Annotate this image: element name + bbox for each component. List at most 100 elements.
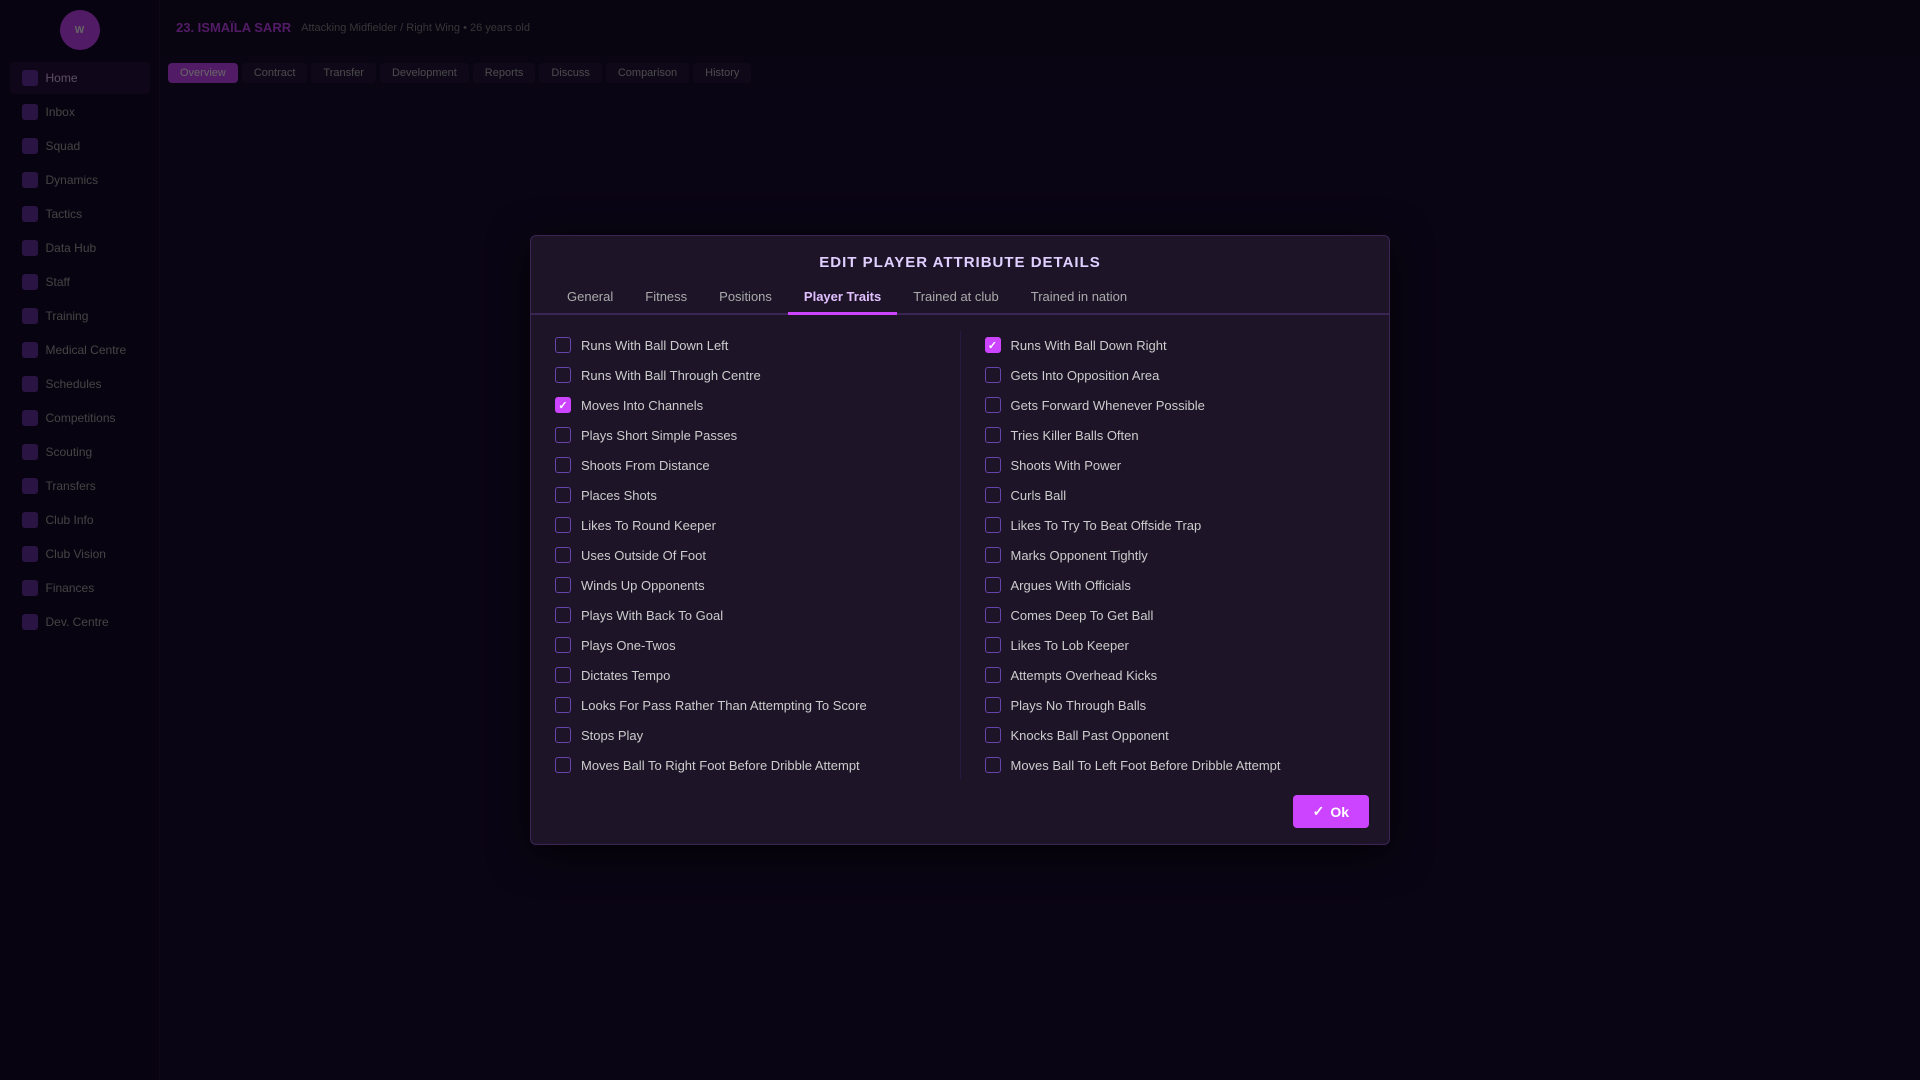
modal-overlay: EDIT PLAYER ATTRIBUTE DETAILS General Fi… <box>0 0 1920 1080</box>
trait-tries-killer-balls[interactable]: Tries Killer Balls Often <box>981 421 1370 449</box>
trait-winds-up-opponents[interactable]: Winds Up Opponents <box>551 571 940 599</box>
ok-checkmark-icon: ✓ <box>1313 803 1325 820</box>
label-runs-ball-through-centre: Runs With Ball Through Centre <box>581 368 761 383</box>
checkbox-moves-ball-left-foot[interactable] <box>985 757 1001 773</box>
traits-left-column: Runs With Ball Down Left Runs With Ball … <box>551 331 961 779</box>
checkbox-curls-ball[interactable] <box>985 487 1001 503</box>
checkbox-attempts-overhead-kicks[interactable] <box>985 667 1001 683</box>
label-plays-short-passes: Plays Short Simple Passes <box>581 428 737 443</box>
label-likes-to-round-keeper: Likes To Round Keeper <box>581 518 716 533</box>
label-dictates-tempo: Dictates Tempo <box>581 668 670 683</box>
label-plays-one-twos: Plays One-Twos <box>581 638 676 653</box>
label-uses-outside-foot: Uses Outside Of Foot <box>581 548 706 563</box>
checkbox-dictates-tempo[interactable] <box>555 667 571 683</box>
trait-runs-ball-down-left[interactable]: Runs With Ball Down Left <box>551 331 940 359</box>
trait-plays-one-twos[interactable]: Plays One-Twos <box>551 631 940 659</box>
label-comes-deep-to-get-ball: Comes Deep To Get Ball <box>1011 608 1154 623</box>
checkbox-tries-killer-balls[interactable] <box>985 427 1001 443</box>
label-likes-to-lob-keeper: Likes To Lob Keeper <box>1011 638 1129 653</box>
trait-runs-ball-down-right[interactable]: Runs With Ball Down Right <box>981 331 1370 359</box>
trait-plays-short-passes[interactable]: Plays Short Simple Passes <box>551 421 940 449</box>
checkbox-plays-short-passes[interactable] <box>555 427 571 443</box>
label-moves-ball-left-foot: Moves Ball To Left Foot Before Dribble A… <box>1011 758 1281 773</box>
tab-trained-club[interactable]: Trained at club <box>897 281 1015 315</box>
trait-shoots-with-power[interactable]: Shoots With Power <box>981 451 1370 479</box>
label-argues-with-officials: Argues With Officials <box>1011 578 1131 593</box>
checkbox-likes-to-round-keeper[interactable] <box>555 517 571 533</box>
trait-argues-with-officials[interactable]: Argues With Officials <box>981 571 1370 599</box>
trait-gets-into-opposition[interactable]: Gets Into Opposition Area <box>981 361 1370 389</box>
label-moves-ball-right-foot: Moves Ball To Right Foot Before Dribble … <box>581 758 860 773</box>
checkbox-knocks-ball-past-opponent[interactable] <box>985 727 1001 743</box>
trait-looks-for-pass[interactable]: Looks For Pass Rather Than Attempting To… <box>551 691 940 719</box>
traits-container: Runs With Ball Down Left Runs With Ball … <box>531 331 1389 779</box>
label-tries-killer-balls: Tries Killer Balls Often <box>1011 428 1139 443</box>
label-beat-offside-trap: Likes To Try To Beat Offside Trap <box>1011 518 1202 533</box>
trait-attempts-overhead-kicks[interactable]: Attempts Overhead Kicks <box>981 661 1370 689</box>
label-gets-forward: Gets Forward Whenever Possible <box>1011 398 1205 413</box>
label-marks-opponent-tightly: Marks Opponent Tightly <box>1011 548 1148 563</box>
trait-dictates-tempo[interactable]: Dictates Tempo <box>551 661 940 689</box>
tab-trained-nation[interactable]: Trained in nation <box>1015 281 1143 315</box>
ok-button[interactable]: ✓ Ok <box>1293 795 1369 828</box>
trait-plays-no-through-balls[interactable]: Plays No Through Balls <box>981 691 1370 719</box>
tab-positions[interactable]: Positions <box>703 281 788 315</box>
trait-uses-outside-foot[interactable]: Uses Outside Of Foot <box>551 541 940 569</box>
tab-general[interactable]: General <box>551 281 629 315</box>
checkbox-runs-ball-down-left[interactable] <box>555 337 571 353</box>
trait-moves-ball-right-foot[interactable]: Moves Ball To Right Foot Before Dribble … <box>551 751 940 779</box>
trait-plays-with-back-to-goal[interactable]: Plays With Back To Goal <box>551 601 940 629</box>
checkbox-shoots-from-distance[interactable] <box>555 457 571 473</box>
checkbox-plays-no-through-balls[interactable] <box>985 697 1001 713</box>
checkbox-stops-play[interactable] <box>555 727 571 743</box>
modal-footer: ✓ Ok <box>531 779 1389 844</box>
checkbox-runs-ball-down-right[interactable] <box>985 337 1001 353</box>
checkbox-argues-with-officials[interactable] <box>985 577 1001 593</box>
label-stops-play: Stops Play <box>581 728 643 743</box>
trait-moves-into-channels[interactable]: Moves Into Channels <box>551 391 940 419</box>
label-shoots-with-power: Shoots With Power <box>1011 458 1122 473</box>
checkbox-uses-outside-foot[interactable] <box>555 547 571 563</box>
checkbox-winds-up-opponents[interactable] <box>555 577 571 593</box>
modal-title: EDIT PLAYER ATTRIBUTE DETAILS <box>531 236 1389 281</box>
label-plays-no-through-balls: Plays No Through Balls <box>1011 698 1147 713</box>
trait-places-shots[interactable]: Places Shots <box>551 481 940 509</box>
trait-beat-offside-trap[interactable]: Likes To Try To Beat Offside Trap <box>981 511 1370 539</box>
trait-gets-forward[interactable]: Gets Forward Whenever Possible <box>981 391 1370 419</box>
trait-marks-opponent-tightly[interactable]: Marks Opponent Tightly <box>981 541 1370 569</box>
ok-label: Ok <box>1330 804 1349 820</box>
label-runs-ball-down-left: Runs With Ball Down Left <box>581 338 728 353</box>
tab-fitness[interactable]: Fitness <box>629 281 703 315</box>
tab-player-traits[interactable]: Player Traits <box>788 281 897 315</box>
label-looks-for-pass: Looks For Pass Rather Than Attempting To… <box>581 698 867 713</box>
trait-moves-ball-left-foot[interactable]: Moves Ball To Left Foot Before Dribble A… <box>981 751 1370 779</box>
checkbox-plays-with-back-to-goal[interactable] <box>555 607 571 623</box>
label-plays-with-back-to-goal: Plays With Back To Goal <box>581 608 723 623</box>
traits-right-column: Runs With Ball Down Right Gets Into Oppo… <box>961 331 1370 779</box>
trait-likes-to-round-keeper[interactable]: Likes To Round Keeper <box>551 511 940 539</box>
checkbox-moves-into-channels[interactable] <box>555 397 571 413</box>
trait-runs-ball-through-centre[interactable]: Runs With Ball Through Centre <box>551 361 940 389</box>
label-winds-up-opponents: Winds Up Opponents <box>581 578 705 593</box>
checkbox-places-shots[interactable] <box>555 487 571 503</box>
trait-knocks-ball-past-opponent[interactable]: Knocks Ball Past Opponent <box>981 721 1370 749</box>
checkbox-comes-deep-to-get-ball[interactable] <box>985 607 1001 623</box>
checkbox-likes-to-lob-keeper[interactable] <box>985 637 1001 653</box>
checkbox-looks-for-pass[interactable] <box>555 697 571 713</box>
trait-likes-to-lob-keeper[interactable]: Likes To Lob Keeper <box>981 631 1370 659</box>
checkbox-runs-ball-through-centre[interactable] <box>555 367 571 383</box>
label-attempts-overhead-kicks: Attempts Overhead Kicks <box>1011 668 1158 683</box>
modal-tabs: General Fitness Positions Player Traits … <box>531 281 1389 315</box>
checkbox-moves-ball-right-foot[interactable] <box>555 757 571 773</box>
trait-comes-deep-to-get-ball[interactable]: Comes Deep To Get Ball <box>981 601 1370 629</box>
label-curls-ball: Curls Ball <box>1011 488 1067 503</box>
checkbox-shoots-with-power[interactable] <box>985 457 1001 473</box>
checkbox-gets-forward[interactable] <box>985 397 1001 413</box>
trait-curls-ball[interactable]: Curls Ball <box>981 481 1370 509</box>
trait-shoots-from-distance[interactable]: Shoots From Distance <box>551 451 940 479</box>
checkbox-plays-one-twos[interactable] <box>555 637 571 653</box>
checkbox-marks-opponent-tightly[interactable] <box>985 547 1001 563</box>
trait-stops-play[interactable]: Stops Play <box>551 721 940 749</box>
checkbox-gets-into-opposition[interactable] <box>985 367 1001 383</box>
checkbox-beat-offside-trap[interactable] <box>985 517 1001 533</box>
